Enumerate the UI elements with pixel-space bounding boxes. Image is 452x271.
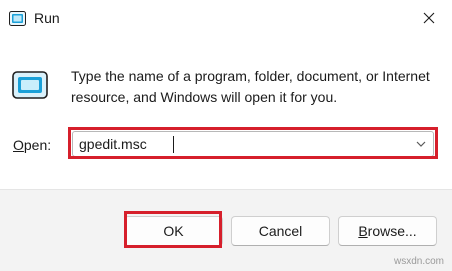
window-title: Run (34, 10, 60, 26)
watermark: wsxdn.com (393, 256, 444, 267)
close-button[interactable] (406, 0, 452, 36)
title-bar: Run (0, 0, 452, 40)
browse-button[interactable]: Browse... (338, 216, 437, 246)
run-app-icon (12, 71, 48, 99)
run-dialog: Run Type the name of a program, folder, … (0, 0, 452, 271)
open-label-rest: pen: (23, 137, 52, 153)
description-text: Type the name of a program, folder, docu… (71, 68, 430, 105)
highlight-box-input (68, 127, 438, 159)
browse-label-rest: rowse... (367, 223, 417, 239)
run-icon (9, 11, 26, 26)
highlight-box-ok (124, 211, 222, 248)
close-icon (423, 12, 435, 24)
button-bar: OK Cancel Browse... wsxdn.com (0, 189, 452, 271)
open-label: Open: (13, 137, 51, 153)
browse-access-key: B (358, 223, 368, 239)
open-access-key: O (13, 137, 24, 153)
cancel-button[interactable]: Cancel (231, 216, 330, 246)
